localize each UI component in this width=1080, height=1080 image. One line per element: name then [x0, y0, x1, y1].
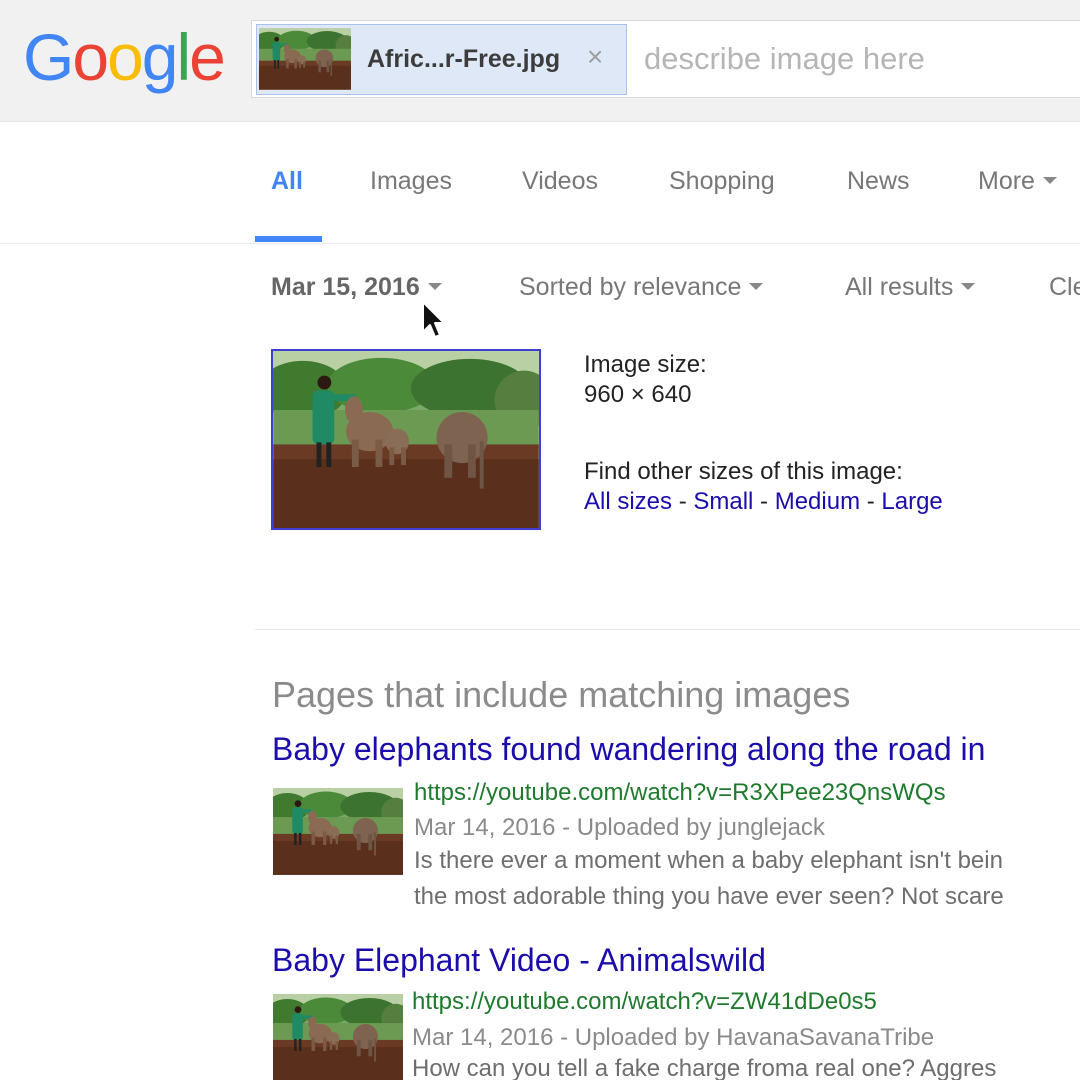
logo-letter: e	[189, 20, 226, 94]
tab-more-label: More	[978, 167, 1035, 195]
result-thumbnail[interactable]	[273, 785, 403, 878]
google-logo[interactable]: Google	[23, 20, 226, 94]
uploaded-image-chip[interactable]: Afric...r-Free.jpg ×	[256, 24, 627, 95]
date-filter-dropdown[interactable]: Mar 15, 2016	[271, 273, 442, 302]
clear-filter-link[interactable]: Cle	[1049, 273, 1080, 302]
tab-all[interactable]: All	[271, 167, 303, 196]
mouse-cursor-icon	[422, 301, 445, 338]
sort-label: Sorted by relevance	[519, 273, 742, 301]
result-meta: Mar 14, 2016 - Uploaded by junglejack	[414, 814, 825, 841]
date-filter-label: Mar 15, 2016	[271, 273, 420, 301]
section-title: Pages that include matching images	[272, 674, 851, 715]
chevron-down-icon	[427, 283, 442, 291]
divider	[255, 629, 1080, 630]
tab-shopping[interactable]: Shopping	[669, 167, 775, 196]
uploaded-image-thumbnail	[259, 27, 351, 91]
chevron-down-icon	[961, 283, 976, 291]
image-size-value: 960 × 640	[584, 381, 692, 408]
separator: -	[672, 488, 694, 515]
result-title-link[interactable]: Baby Elephant Video - Animalswild	[272, 942, 766, 979]
logo-letter: g	[141, 20, 179, 94]
medium-size-link[interactable]: Medium	[775, 488, 860, 515]
search-input[interactable]	[644, 39, 1080, 79]
result-snippet: How can you tell a fake charge froma rea…	[412, 1055, 997, 1080]
sort-dropdown[interactable]: Sorted by relevance	[519, 273, 764, 302]
logo-letter: o	[107, 20, 144, 94]
logo-letter: l	[176, 20, 192, 94]
result-url[interactable]: https://youtube.com/watch?v=R3XPee23QnsW…	[414, 779, 946, 807]
tab-images[interactable]: Images	[370, 167, 452, 196]
result-meta: Mar 14, 2016 - Uploaded by HavanaSavanaT…	[412, 1024, 935, 1051]
other-sizes-label: Find other sizes of this image:	[584, 458, 903, 485]
tab-videos[interactable]: Videos	[522, 167, 598, 196]
logo-letter: o	[72, 20, 109, 94]
close-icon[interactable]: ×	[587, 41, 603, 73]
tab-more[interactable]: More	[978, 167, 1057, 196]
all-sizes-link[interactable]: All sizes	[584, 488, 672, 515]
result-thumbnail[interactable]	[273, 991, 403, 1080]
logo-letter: G	[23, 20, 74, 94]
large-size-link[interactable]: Large	[881, 488, 942, 515]
size-links: All sizes - Small - Medium - Large	[584, 488, 943, 516]
results-filter-label: All results	[845, 273, 954, 301]
image-size-label: Image size:	[584, 351, 707, 378]
result-snippet: Is there ever a moment when a baby eleph…	[414, 847, 1003, 874]
header: Google Afric...r-Free.jpg ×	[0, 0, 1080, 122]
active-tab-indicator	[255, 236, 322, 242]
chevron-down-icon	[1042, 177, 1057, 185]
result-snippet: the most adorable thing you have ever se…	[414, 883, 1004, 910]
separator: -	[753, 488, 775, 515]
search-box[interactable]: Afric...r-Free.jpg ×	[251, 20, 1080, 98]
separator: -	[860, 488, 882, 515]
uploaded-filename: Afric...r-Free.jpg	[367, 45, 561, 73]
search-tabs: All Images Videos Shopping News More	[0, 122, 1080, 244]
chevron-down-icon	[749, 283, 764, 291]
result-title-link[interactable]: Baby elephants found wandering along the…	[272, 731, 985, 768]
tab-news[interactable]: News	[847, 167, 910, 196]
small-size-link[interactable]: Small	[693, 488, 753, 515]
result-url[interactable]: https://youtube.com/watch?v=ZW41dDe0s5	[412, 988, 877, 1016]
query-image-thumbnail[interactable]	[271, 349, 541, 530]
results-filter-dropdown[interactable]: All results	[845, 273, 976, 302]
